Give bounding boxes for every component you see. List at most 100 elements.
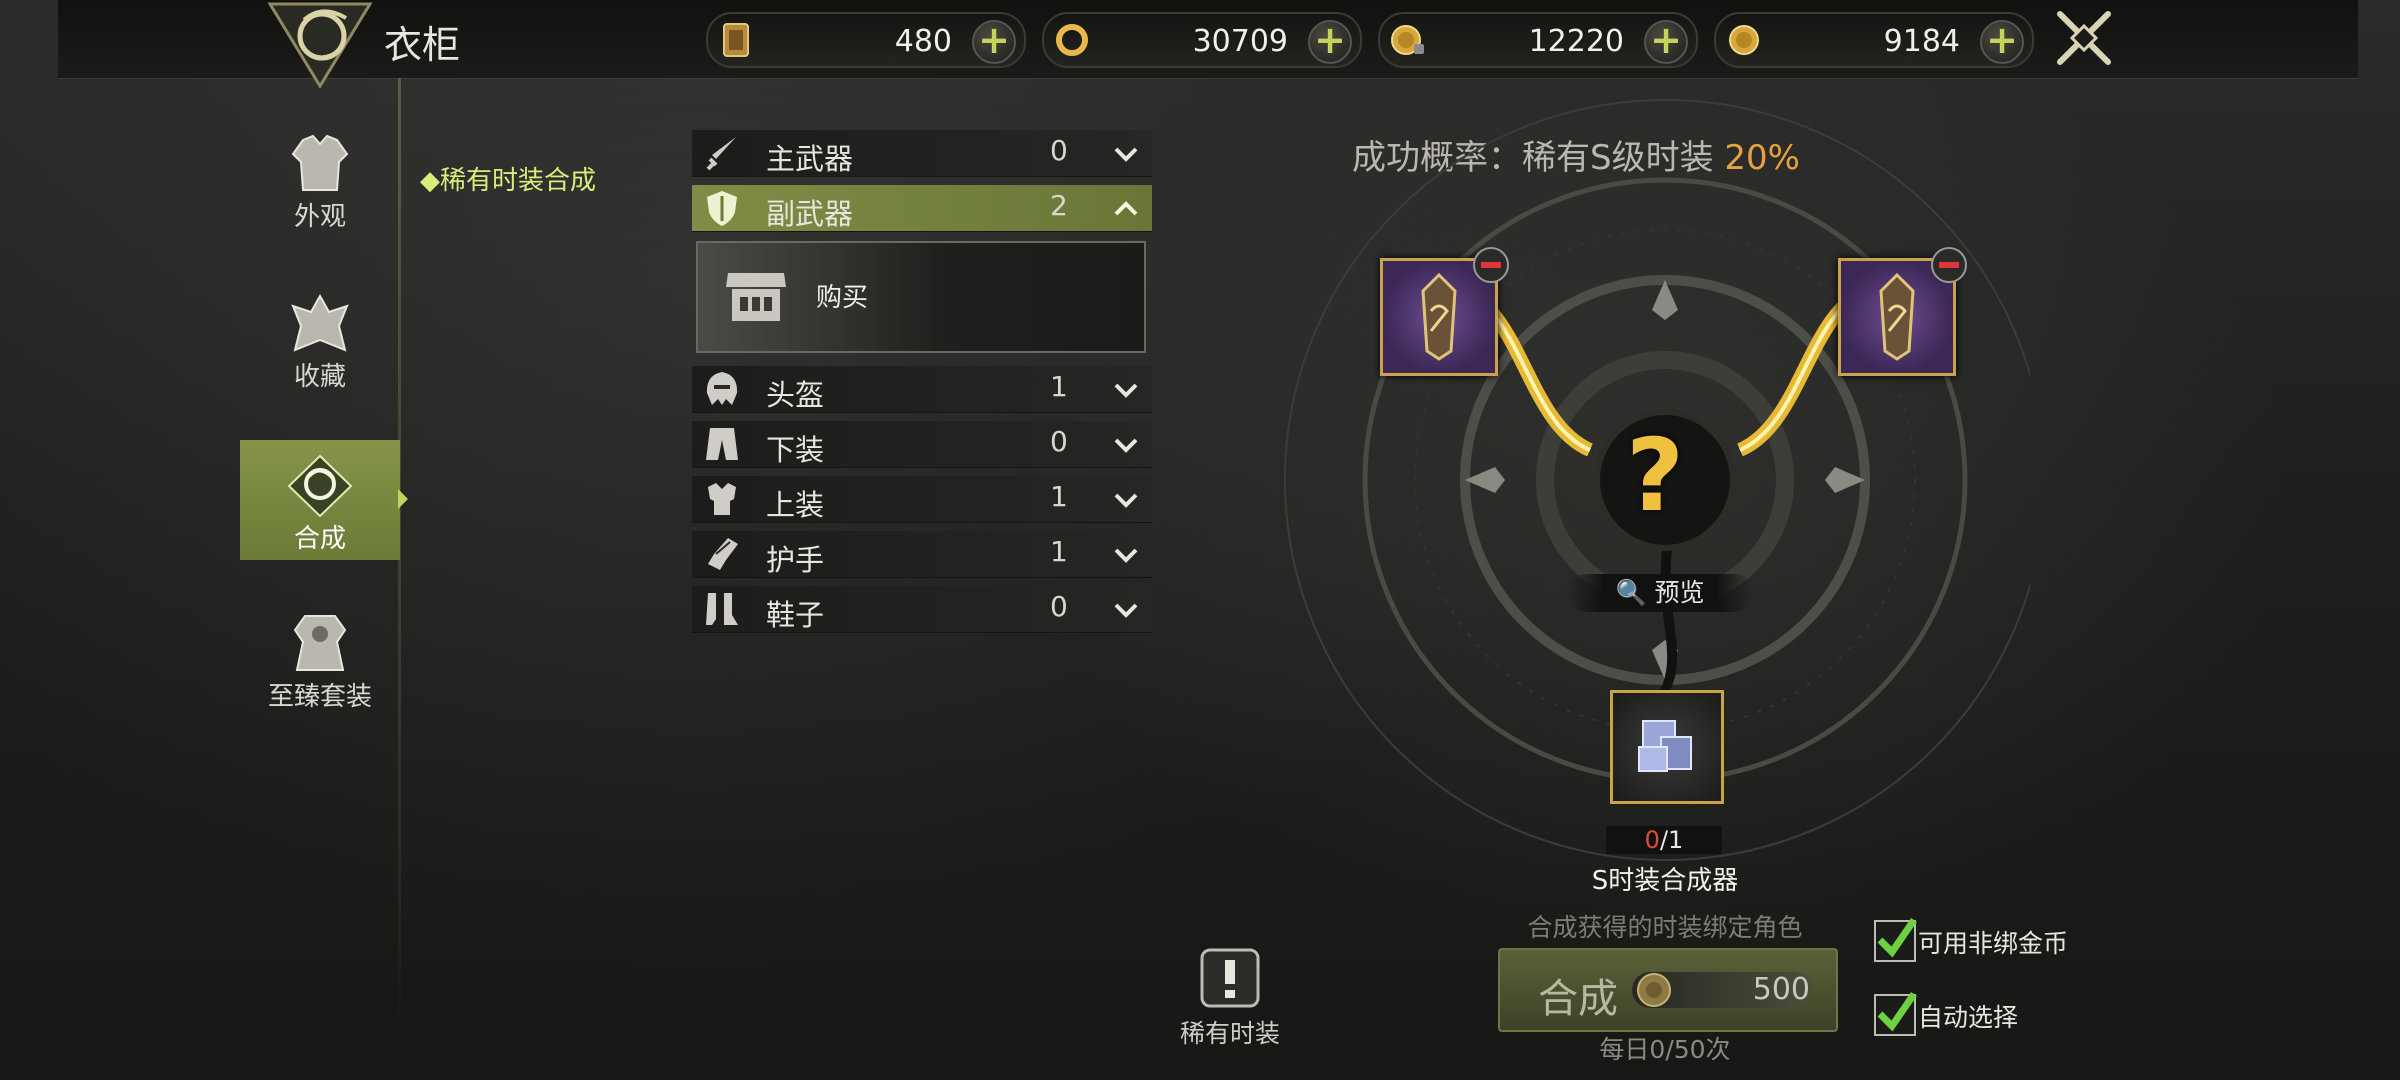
shop-icon bbox=[726, 273, 786, 321]
buy-button[interactable]: 购买 bbox=[696, 241, 1146, 353]
synthesizer-cube-icon bbox=[1638, 720, 1692, 772]
dagger-icon bbox=[706, 137, 736, 171]
synthesis-icon bbox=[287, 454, 353, 518]
material-count: 0/1 bbox=[1606, 826, 1722, 854]
daily-limit: 每日0/50次 bbox=[1599, 1035, 1731, 1064]
chevron-down-icon bbox=[1114, 548, 1138, 563]
category-top[interactable]: 上装 1 bbox=[692, 476, 1152, 523]
currency-gold: 9184 + bbox=[1714, 12, 2034, 68]
shield-icon bbox=[707, 191, 737, 226]
pants-icon bbox=[706, 428, 738, 460]
result-unknown-symbol[interactable]: ? bbox=[1626, 426, 1684, 526]
synthesize-button[interactable]: 合成 500 bbox=[1498, 948, 1838, 1032]
material-count-total: /1 bbox=[1659, 826, 1684, 854]
currency-value: 12220 bbox=[1528, 24, 1624, 59]
material-name: S时装合成器 bbox=[1591, 866, 1739, 896]
checkmark-icon bbox=[1877, 918, 1917, 958]
rare-costume-label: 稀有时装 bbox=[1179, 1019, 1280, 1048]
category-pants[interactable]: 下装 0 bbox=[692, 421, 1152, 468]
bound-gold-coin-icon bbox=[1391, 25, 1424, 55]
nav-item-label: 收藏 bbox=[293, 362, 346, 392]
chest-armor-icon bbox=[708, 483, 736, 515]
category-helmet[interactable]: 头盔 1 bbox=[692, 366, 1152, 413]
search-icon: 🔍 bbox=[1615, 578, 1647, 607]
checkmark-icon bbox=[1877, 992, 1917, 1032]
auto-select-checkbox[interactable] bbox=[1874, 992, 1917, 1036]
use-unbound-gold-checkbox[interactable] bbox=[1874, 918, 1917, 962]
helmet-icon bbox=[706, 372, 738, 405]
bind-note: 合成获得的时装绑定角色 bbox=[1527, 913, 1803, 942]
add-currency-button[interactable]: + bbox=[1980, 20, 2024, 64]
currency-value: 480 bbox=[894, 24, 952, 59]
auto-select-label: 自动选择 bbox=[1918, 1003, 2019, 1032]
category-label: 头盔 bbox=[766, 378, 825, 412]
nav-item-synthesis[interactable]: 合成 bbox=[240, 440, 400, 560]
chevron-down-icon bbox=[1114, 603, 1138, 618]
close-icon[interactable] bbox=[2052, 6, 2116, 70]
remove-material-button[interactable] bbox=[1473, 247, 1509, 283]
category-count: 1 bbox=[1050, 535, 1068, 568]
chevron-down-icon bbox=[1114, 383, 1138, 398]
armor-appearance-icon bbox=[291, 134, 349, 191]
ring-token-icon bbox=[1056, 24, 1088, 56]
currency-bound-gold: 12220 + bbox=[1378, 12, 1698, 68]
currency-value: 30709 bbox=[1192, 24, 1288, 59]
preview-label: 预览 bbox=[1654, 578, 1705, 607]
exclamation-icon[interactable] bbox=[1198, 946, 1262, 1010]
add-currency-button[interactable]: + bbox=[972, 20, 1016, 64]
category-count: 0 bbox=[1050, 134, 1068, 167]
category-label: 副武器 bbox=[766, 197, 854, 231]
dragon-emblem-icon bbox=[267, 2, 373, 89]
category-count: 2 bbox=[1050, 189, 1068, 222]
page-title: 衣柜 bbox=[384, 23, 461, 67]
remove-material-button[interactable] bbox=[1931, 247, 1967, 283]
material-count-have: 0 bbox=[1644, 826, 1660, 854]
gauntlet-icon bbox=[708, 538, 738, 570]
active-indicator bbox=[398, 489, 408, 509]
category-label: 护手 bbox=[766, 543, 825, 577]
chevron-down-icon bbox=[1114, 147, 1138, 162]
collection-icon bbox=[291, 293, 349, 352]
category-count: 1 bbox=[1050, 370, 1068, 403]
category-boots[interactable]: 鞋子 0 bbox=[692, 586, 1152, 633]
material-slot-right[interactable] bbox=[1838, 247, 1967, 376]
preview-button[interactable]: 🔍 预览 bbox=[1566, 574, 1754, 612]
off-weapon-costume-icon bbox=[1421, 272, 1457, 361]
gold-coin-icon bbox=[1729, 25, 1759, 55]
category-count: 0 bbox=[1050, 590, 1068, 623]
category-label: 主武器 bbox=[766, 142, 854, 176]
category-count: 0 bbox=[1050, 425, 1068, 458]
use-unbound-gold-label: 可用非绑金币 bbox=[1918, 929, 2069, 958]
chevron-down-icon bbox=[1114, 493, 1138, 508]
category-gauntlet[interactable]: 护手 1 bbox=[692, 531, 1152, 578]
category-label: 鞋子 bbox=[766, 598, 825, 632]
synthesize-label: 合成 bbox=[1538, 976, 1618, 1022]
nav-item-collection[interactable]: 收藏 bbox=[240, 292, 400, 412]
nav-item-label: 合成 bbox=[293, 524, 346, 554]
category-label: 上装 bbox=[766, 488, 825, 522]
add-currency-button[interactable]: + bbox=[1308, 20, 1352, 64]
category-count: 1 bbox=[1050, 480, 1068, 513]
material-slot-left[interactable] bbox=[1380, 247, 1509, 376]
add-currency-button[interactable]: + bbox=[1644, 20, 1688, 64]
boots-icon bbox=[706, 593, 738, 625]
chevron-down-icon bbox=[1114, 438, 1138, 453]
synthesizer-slot[interactable] bbox=[1610, 690, 1724, 804]
buy-label: 购买 bbox=[816, 283, 869, 313]
nav-item-ultimate-set[interactable]: 至臻套装 bbox=[240, 612, 400, 732]
currency-ring: 30709 + bbox=[1042, 12, 1362, 68]
off-weapon-costume-icon bbox=[1879, 272, 1915, 361]
nav-item-label: 外观 bbox=[293, 202, 346, 232]
currency-ticket: 480 + bbox=[706, 12, 1026, 68]
nav-item-label: 至臻套装 bbox=[267, 682, 372, 712]
currency-value: 9184 bbox=[1883, 24, 1960, 59]
card-ticket-icon bbox=[723, 23, 749, 57]
ultimate-set-icon bbox=[293, 615, 347, 671]
category-off-weapon[interactable]: 副武器 2 bbox=[692, 185, 1152, 232]
synthesis-cost: 500 bbox=[1752, 972, 1810, 1007]
nav-item-appearance[interactable]: 外观 bbox=[240, 132, 400, 252]
category-label: 下装 bbox=[766, 433, 825, 467]
category-main-weapon[interactable]: 主武器 0 bbox=[692, 130, 1152, 177]
gold-coin-icon bbox=[1637, 973, 1671, 1007]
subtab-rare-costume-synthesis[interactable]: ◆稀有时装合成 bbox=[420, 160, 596, 197]
